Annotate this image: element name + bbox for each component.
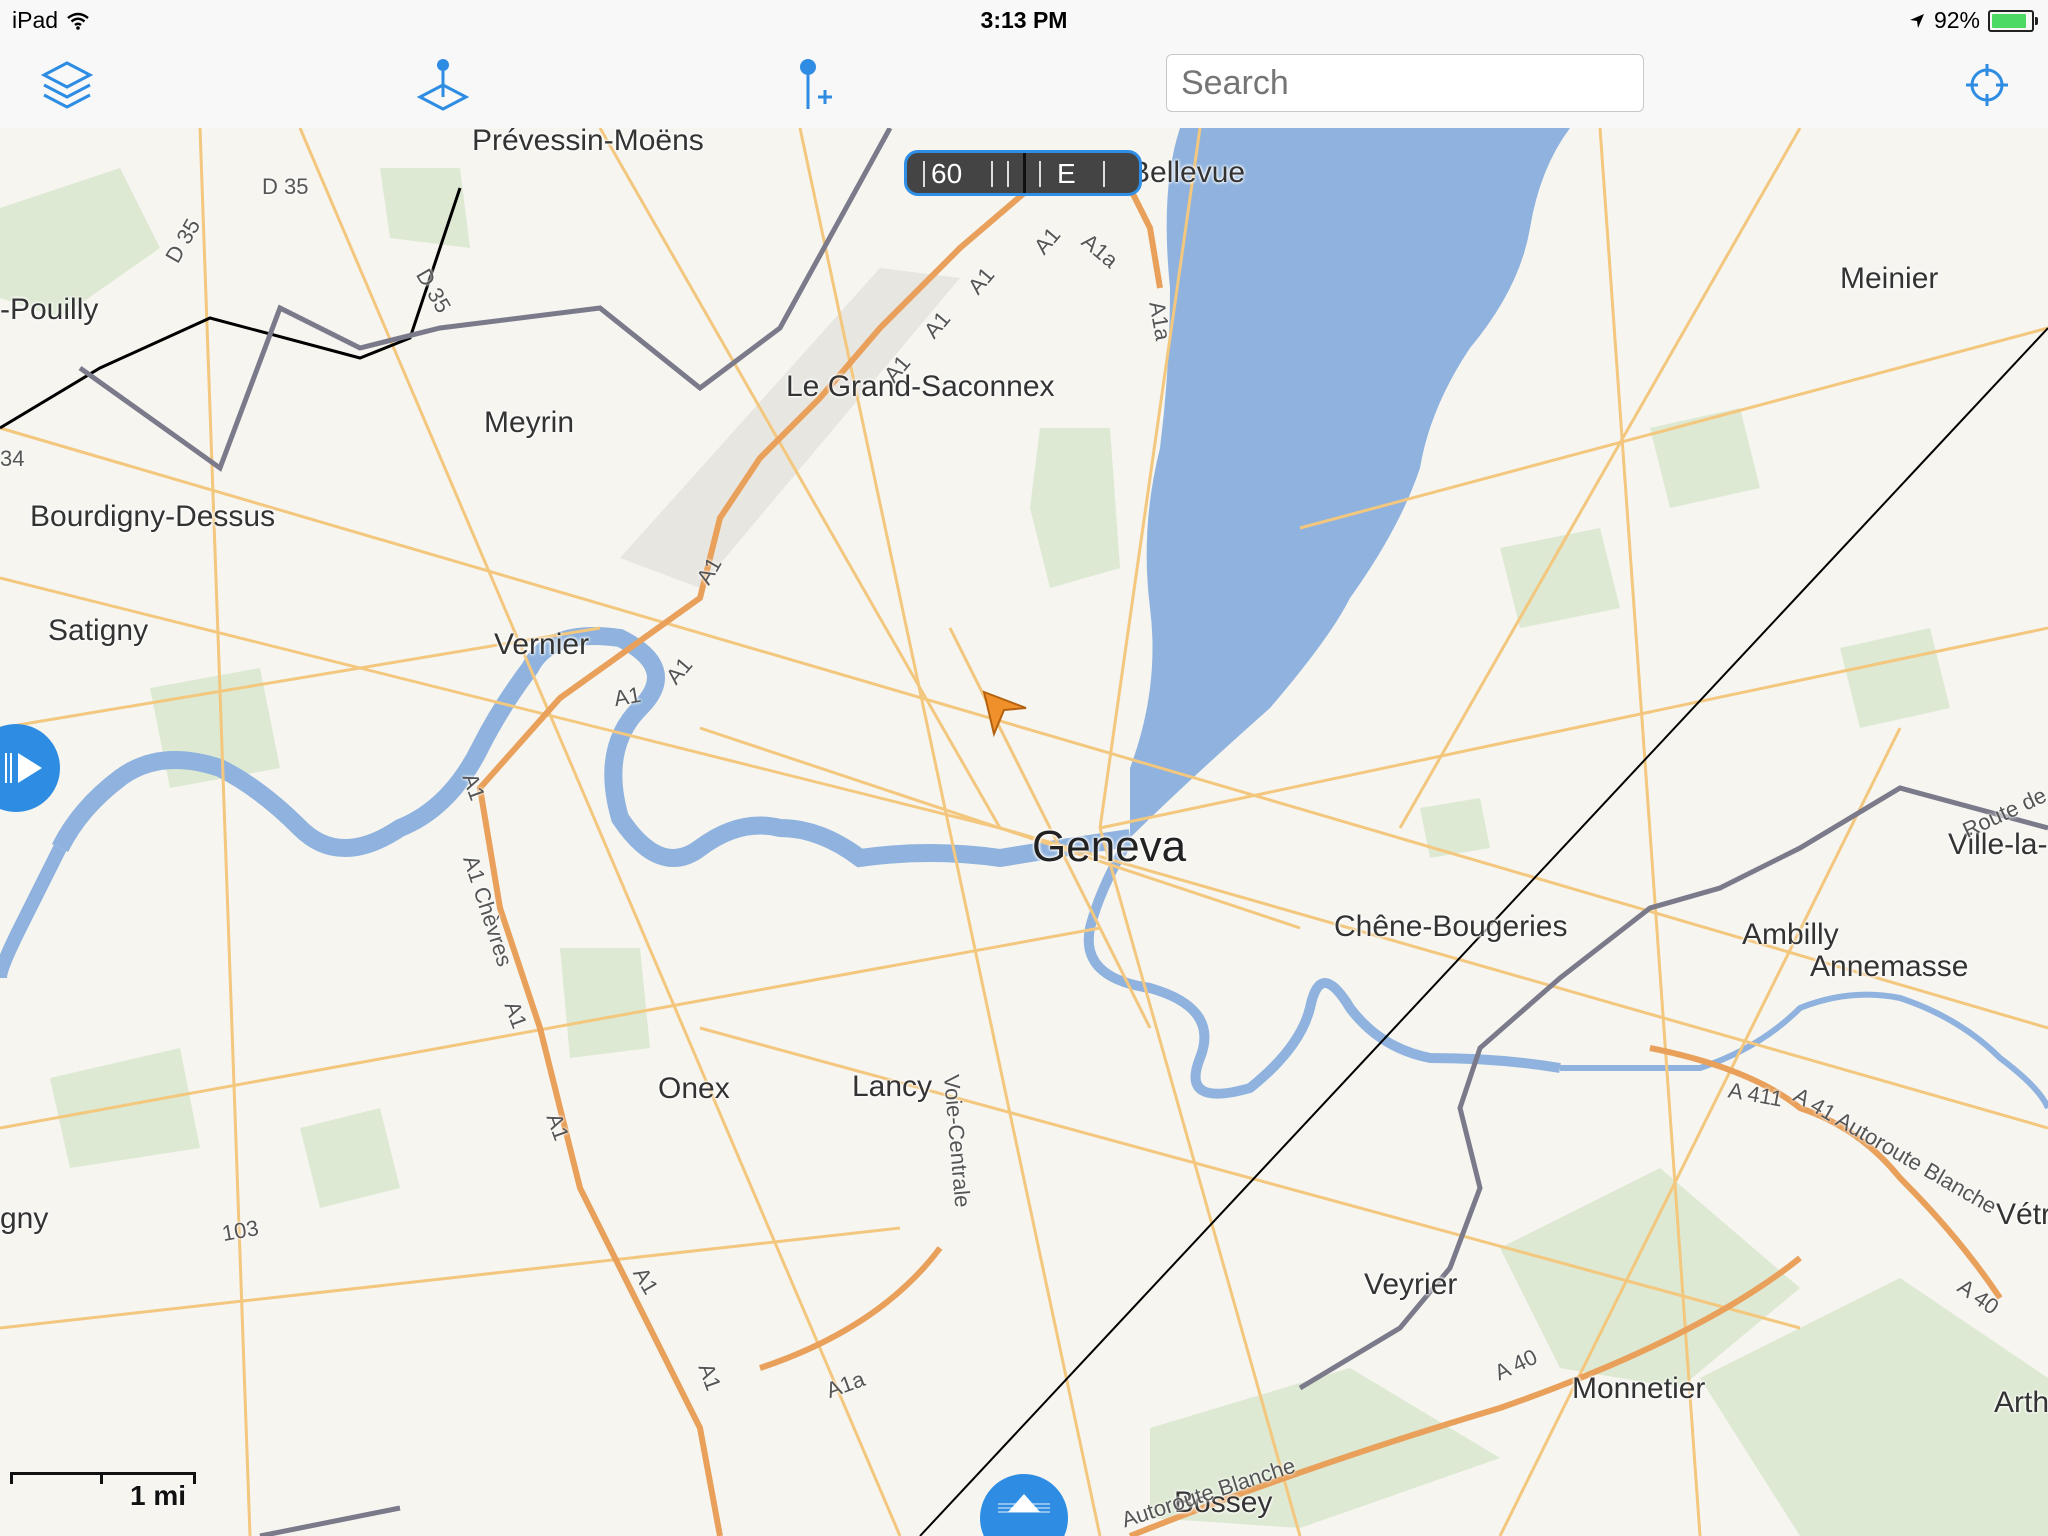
bottom-panel-handle-button[interactable] bbox=[980, 1474, 1068, 1536]
layers-icon bbox=[40, 61, 94, 109]
place-meyrin: Meyrin bbox=[484, 406, 575, 439]
chevron-up-icon bbox=[998, 1494, 1050, 1513]
heading-value: E bbox=[1057, 158, 1076, 189]
layers-button[interactable] bbox=[38, 56, 96, 114]
place-ambilly: Ambilly bbox=[1742, 918, 1839, 951]
status-right: 92% bbox=[1908, 7, 2038, 34]
place-grand-saconnex: Le Grand-Saconnex bbox=[786, 370, 1055, 403]
place-satigny: Satigny bbox=[48, 614, 149, 647]
place-vernier: Vernier bbox=[494, 628, 590, 661]
play-icon bbox=[5, 753, 42, 783]
place-vetr: Vétr bbox=[1996, 1198, 2048, 1231]
place-gny: gny bbox=[0, 1202, 49, 1235]
place-annemasse: Annemasse bbox=[1810, 950, 1969, 983]
place-pouilly: -Pouilly bbox=[0, 293, 99, 326]
user-location-arrow-icon bbox=[982, 690, 1027, 738]
locate-button[interactable] bbox=[1958, 56, 2016, 114]
search-input[interactable] bbox=[1166, 54, 1644, 112]
battery-percent: 92% bbox=[1933, 7, 1980, 33]
road-label-a1g: A1 bbox=[611, 681, 643, 712]
place-ville-la: Ville-la- bbox=[1948, 828, 2048, 861]
location-services-icon bbox=[1909, 13, 1924, 28]
place-monnetier: Monnetier bbox=[1572, 1372, 1706, 1405]
status-bar: iPad 3:13 PM 92% bbox=[0, 0, 2048, 42]
plane-pin-button[interactable] bbox=[414, 56, 472, 114]
speed-heading-display[interactable]: 60 E bbox=[904, 150, 1142, 196]
battery-icon bbox=[1988, 9, 2038, 32]
road-label-34: 34 bbox=[0, 446, 25, 471]
place-bellevue: Bellevue bbox=[1130, 156, 1246, 189]
place-arth: Arth bbox=[1994, 1386, 2048, 1419]
toolbar bbox=[0, 42, 2048, 129]
place-onex: Onex bbox=[658, 1072, 730, 1105]
place-geneva: Geneva bbox=[1032, 822, 1187, 871]
place-bourdigny: Bourdigny-Dessus bbox=[30, 500, 276, 533]
status-time: 3:13 PM bbox=[980, 7, 1068, 33]
map-pin-plane-icon bbox=[416, 59, 470, 111]
place-chene-bougeries: Chêne-Bougeries bbox=[1334, 910, 1568, 943]
map-scale-label: 1 mi bbox=[130, 1480, 187, 1511]
map-view[interactable]: Prévessin-Moëns Bellevue -Pouilly Meinie… bbox=[0, 128, 2048, 1536]
heading-indicator bbox=[1023, 153, 1026, 193]
place-veyrier: Veyrier bbox=[1364, 1268, 1458, 1301]
place-prevessin: Prévessin-Moëns bbox=[472, 128, 704, 157]
place-meinier: Meinier bbox=[1840, 262, 1939, 295]
map-canvas bbox=[0, 128, 2048, 1536]
road-label-d35a: D 35 bbox=[262, 174, 309, 199]
crosshair-icon bbox=[1966, 64, 2008, 106]
place-lancy: Lancy bbox=[852, 1070, 933, 1103]
speed-value: 60 bbox=[931, 158, 963, 189]
add-pin-icon bbox=[800, 59, 832, 109]
add-pin-button[interactable] bbox=[786, 56, 844, 114]
